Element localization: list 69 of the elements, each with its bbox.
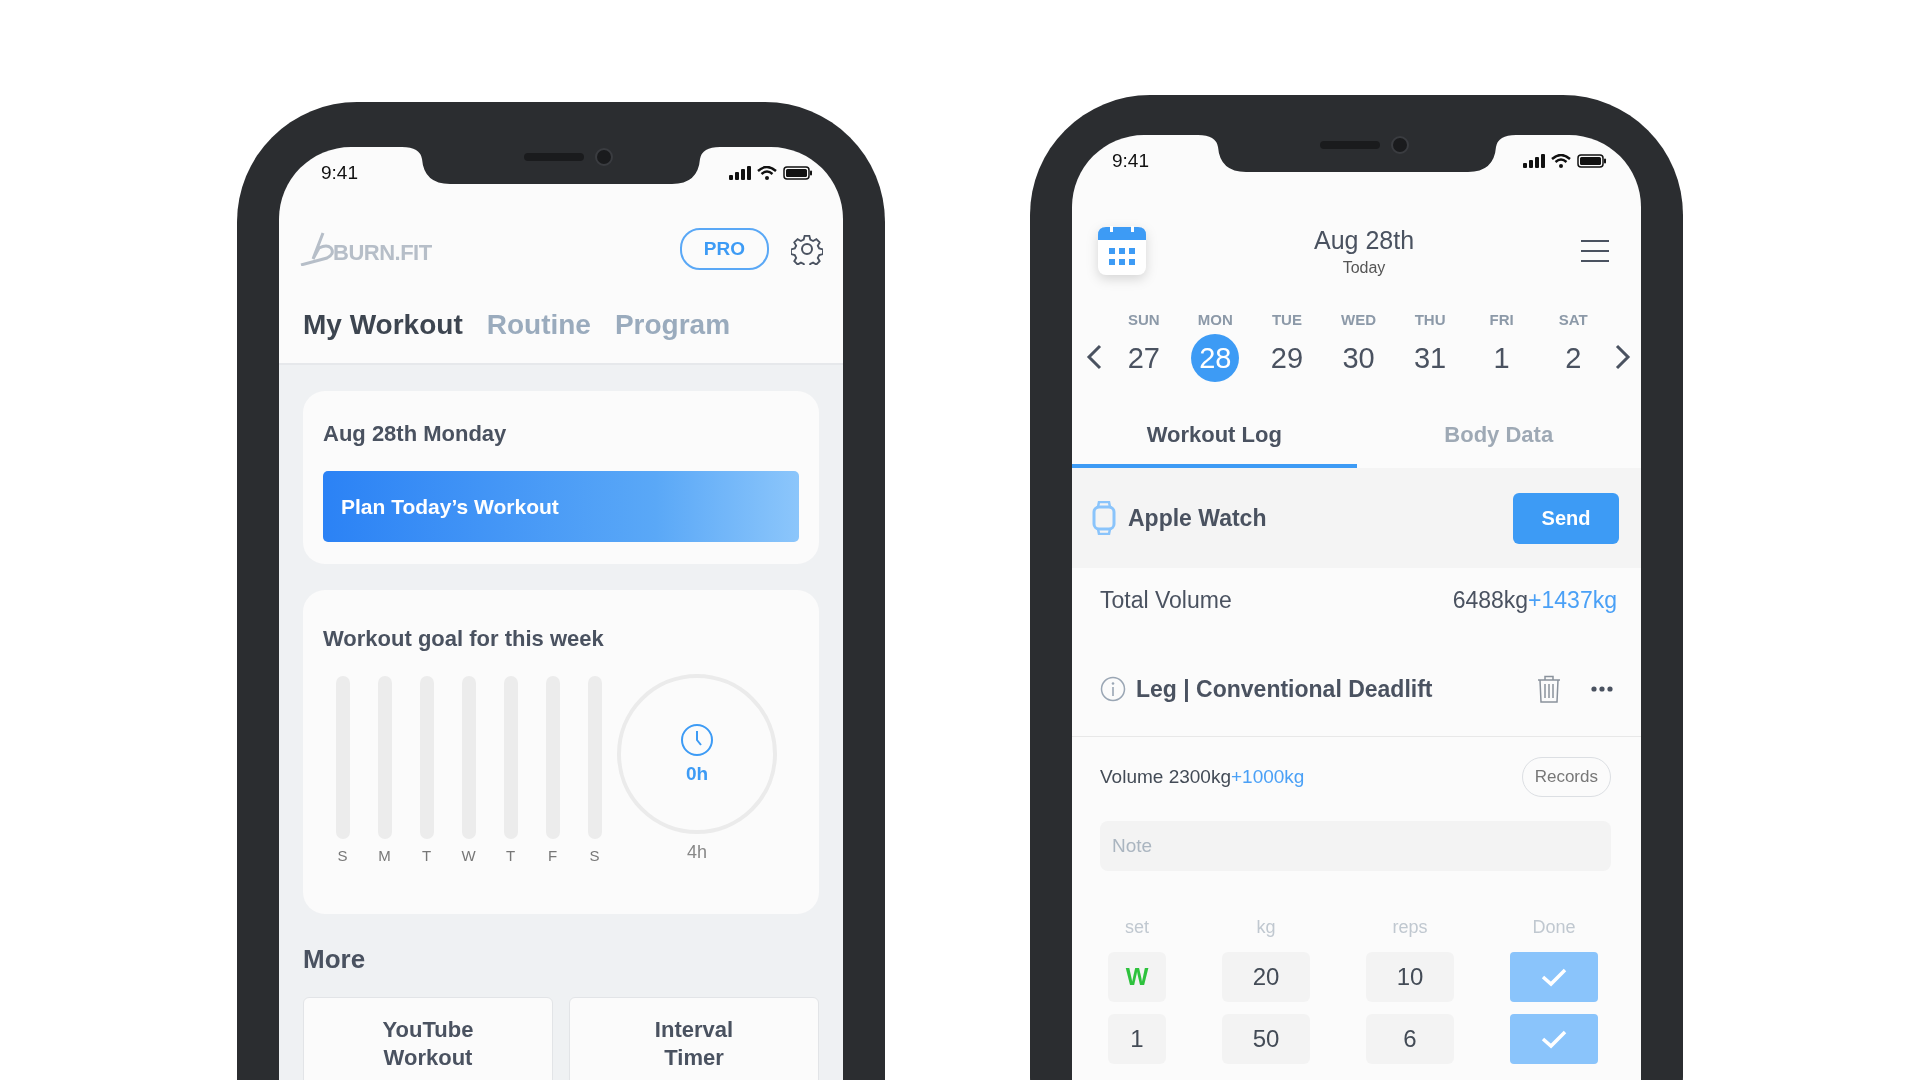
- more-options-icon[interactable]: [1591, 686, 1613, 692]
- weekday-label: WED: [1341, 311, 1376, 328]
- signal-icon: [1523, 154, 1545, 168]
- column-header: set: [1124, 917, 1150, 938]
- battery-icon: [783, 166, 813, 180]
- shortcut-tile[interactable]: YouTube Workout: [303, 997, 553, 1080]
- settings-icon[interactable]: [791, 233, 823, 265]
- delete-icon[interactable]: [1537, 675, 1561, 703]
- hours-value: 0h: [685, 763, 709, 785]
- wifi-icon: [1551, 154, 1571, 168]
- done-checkbox[interactable]: [1510, 952, 1598, 1002]
- watch-label: Apple Watch: [1128, 504, 1268, 532]
- hours-goal: 4h: [687, 842, 707, 863]
- date-number[interactable]: 27: [1119, 334, 1168, 382]
- weekday-label: SAT: [1558, 311, 1588, 328]
- shortcut-tile[interactable]: Interval Timer: [569, 997, 819, 1080]
- day-label: M: [378, 847, 391, 864]
- records-button[interactable]: Records: [1521, 757, 1611, 797]
- date-title: Aug 28th: [1313, 225, 1415, 255]
- date-subtitle: Today: [1342, 258, 1386, 277]
- date-number[interactable]: 1: [1477, 334, 1526, 382]
- weekday-label: FRI: [1489, 311, 1514, 328]
- set-cell[interactable]: 1: [1108, 1014, 1166, 1064]
- date-number[interactable]: 30: [1334, 334, 1383, 382]
- day-label: F: [547, 847, 558, 864]
- menu-icon[interactable]: [1581, 240, 1609, 262]
- total-volume-label: Total Volume: [1100, 586, 1232, 614]
- day-label: T: [421, 847, 432, 864]
- day-label: T: [505, 847, 516, 864]
- date-number[interactable]: 2: [1549, 334, 1598, 382]
- battery-icon: [1577, 154, 1607, 168]
- weekday-label: TUE: [1271, 311, 1302, 328]
- date-number[interactable]: 31: [1406, 334, 1455, 382]
- done-checkbox[interactable]: [1510, 1014, 1598, 1064]
- chevron-right-icon[interactable]: [1615, 344, 1631, 370]
- weekday-label: MON: [1197, 311, 1233, 328]
- date-number[interactable]: 29: [1262, 334, 1311, 382]
- column-header: reps: [1391, 917, 1429, 938]
- logo-text: BURN.FIT: [333, 240, 432, 266]
- date-title: Aug 28th Monday: [323, 421, 508, 447]
- weekday-label: THU: [1414, 311, 1446, 328]
- day-label: S: [589, 847, 600, 864]
- status-time: 9:41: [321, 162, 358, 184]
- note-field[interactable]: Note: [1100, 821, 1611, 871]
- day-label: S: [337, 847, 348, 864]
- weekday-label: SUN: [1127, 311, 1160, 328]
- reps-cell[interactable]: 10: [1366, 952, 1454, 1002]
- column-header: kg: [1255, 917, 1277, 938]
- clock-icon: [680, 723, 714, 757]
- check-icon: [1541, 1029, 1567, 1049]
- signal-icon: [729, 166, 751, 180]
- wifi-icon: [757, 166, 777, 180]
- total-volume-value: 6488kg: [1452, 586, 1529, 613]
- section-title: More: [303, 944, 367, 975]
- day-label: W: [461, 847, 476, 864]
- weight-cell[interactable]: 20: [1222, 952, 1310, 1002]
- exercise-title: Leg | Conventional Deadlift: [1136, 675, 1434, 703]
- exercise-volume: Volume 2300kg: [1100, 766, 1231, 787]
- total-volume-change: +1437kg: [1528, 586, 1617, 613]
- volume-change: +1000kg: [1231, 766, 1305, 787]
- column-header: Done: [1531, 917, 1577, 938]
- watch-icon: [1092, 501, 1116, 535]
- goal-title: Workout goal for this week: [323, 626, 605, 652]
- tab[interactable]: My Workout: [303, 309, 463, 341]
- status-time: 9:41: [1112, 150, 1149, 172]
- check-icon: [1541, 967, 1567, 987]
- reps-cell[interactable]: 6: [1366, 1014, 1454, 1064]
- weight-cell[interactable]: 50: [1222, 1014, 1310, 1064]
- chevron-left-icon[interactable]: [1086, 344, 1102, 370]
